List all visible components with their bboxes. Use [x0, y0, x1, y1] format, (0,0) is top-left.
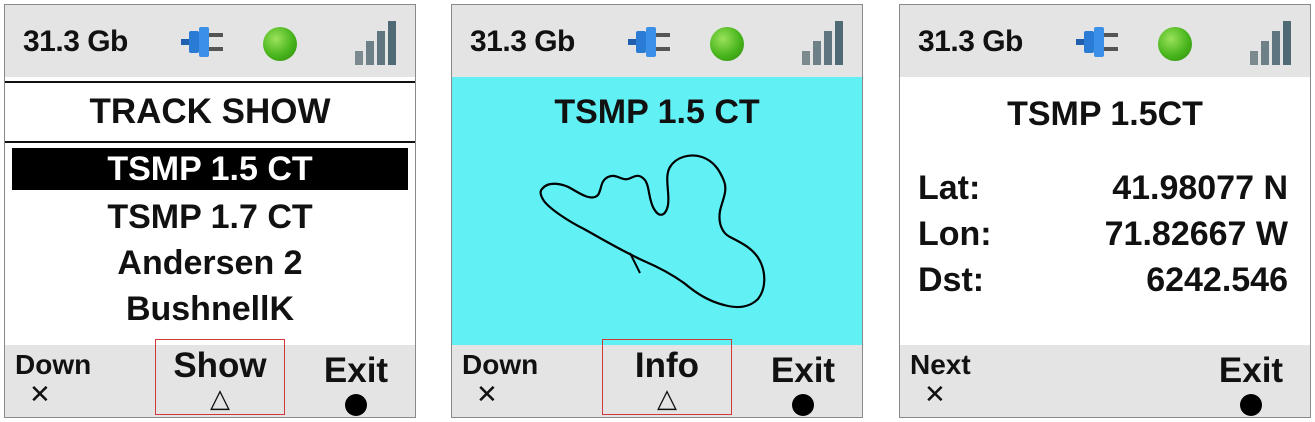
plug-icon — [181, 27, 223, 57]
track-list-item[interactable]: TSMP 1.7 CT — [5, 194, 415, 240]
distance-row: Dst: 6242.546 — [918, 261, 1288, 305]
down-softkey[interactable]: Down ✕ — [15, 345, 125, 417]
track-title: TSMP 1.5CT — [1007, 95, 1203, 133]
signal-bars-icon — [802, 21, 843, 65]
softkey-bar: Down ✕ Show △ Exit — [5, 339, 415, 417]
exit-softkey[interactable]: Exit — [758, 345, 848, 417]
track-map-screen: 31.3 Gb TSMP 1.5 CT Down ✕ Info △ Exit — [451, 4, 863, 418]
track-map: TSMP 1.5 CT — [452, 77, 862, 351]
track-list: TSMP 1.5 CT TSMP 1.7 CT Andersen 2 Bushn… — [5, 148, 415, 332]
softkey-label: Exit — [323, 351, 389, 390]
plug-icon — [1076, 27, 1118, 57]
gps-status-led — [710, 27, 744, 61]
softkey-label: Down — [462, 349, 539, 380]
track-list-item[interactable]: Andersen 2 — [5, 240, 415, 286]
softkey-label: Show — [173, 346, 267, 385]
gps-status-led — [1158, 27, 1192, 61]
status-bar: 31.3 Gb — [452, 5, 862, 77]
latitude-label: Lat: — [918, 169, 981, 207]
cross-icon: ✕ — [29, 379, 51, 409]
distance-label: Dst: — [918, 261, 985, 299]
longitude-value: 71.82667 W — [1104, 215, 1288, 253]
softkey-label: Next — [910, 349, 971, 380]
longitude-label: Lon: — [918, 215, 992, 253]
storage-indicator: 31.3 Gb — [23, 25, 128, 58]
storage-indicator: 31.3 Gb — [918, 25, 1023, 58]
track-list-screen: 31.3 Gb TRACK SHOW TSMP 1.5 CT TSMP 1.7 … — [4, 4, 416, 418]
softkey-label: Info — [634, 346, 700, 385]
exit-softkey[interactable]: Exit — [1206, 345, 1296, 417]
cross-icon: ✕ — [924, 379, 946, 409]
softkey-bar: Next ✕ Exit — [900, 345, 1310, 417]
circle-icon — [1240, 394, 1262, 416]
plug-icon — [628, 27, 670, 57]
down-softkey[interactable]: Down ✕ — [462, 345, 572, 417]
triangle-icon: △ — [210, 383, 230, 413]
signal-bars-icon — [1250, 21, 1291, 65]
track-list-item-selected[interactable]: TSMP 1.5 CT — [12, 148, 408, 190]
signal-bars-icon — [355, 21, 396, 65]
softkey-bar: Down ✕ Info △ Exit — [452, 339, 862, 417]
circle-icon — [792, 394, 814, 416]
screen-title: TRACK SHOW — [5, 81, 415, 143]
track-info-screen: 31.3 Gb TSMP 1.5CT Lat: 41.98077 N Lon: … — [899, 4, 1311, 418]
exit-softkey[interactable]: Exit — [311, 345, 401, 417]
info-softkey[interactable]: Info △ — [602, 339, 732, 415]
status-bar: 31.3 Gb — [5, 5, 415, 77]
cross-icon: ✕ — [476, 379, 498, 409]
gps-status-led — [263, 27, 297, 61]
storage-indicator: 31.3 Gb — [470, 25, 575, 58]
latitude-row: Lat: 41.98077 N — [918, 169, 1288, 213]
distance-value: 6242.546 — [1146, 261, 1288, 299]
next-softkey[interactable]: Next ✕ — [910, 345, 1020, 417]
track-title: TSMP 1.5 CT — [554, 93, 760, 131]
track-list-item[interactable]: BushnellK — [5, 286, 415, 332]
longitude-row: Lon: 71.82667 W — [918, 215, 1288, 259]
triangle-icon: △ — [657, 383, 677, 413]
softkey-label: Down — [15, 349, 92, 380]
latitude-value: 41.98077 N — [1112, 169, 1288, 207]
circle-icon — [345, 394, 367, 416]
show-softkey[interactable]: Show △ — [155, 339, 285, 415]
status-bar: 31.3 Gb — [900, 5, 1310, 77]
softkey-label: Exit — [1218, 351, 1284, 390]
softkey-label: Exit — [770, 351, 836, 390]
